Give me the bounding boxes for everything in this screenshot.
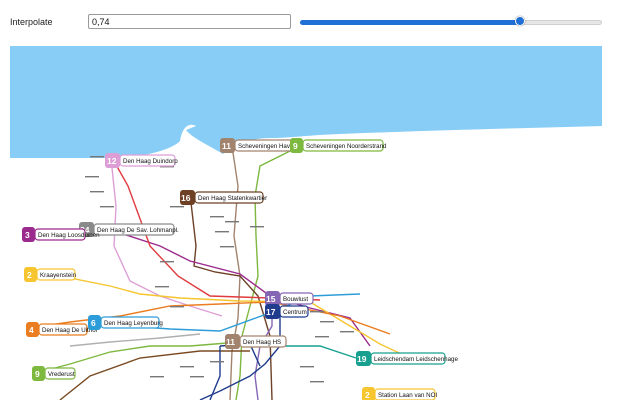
station-name-stub: [210, 216, 224, 218]
line-number-2-kraayenstein: 2: [27, 270, 32, 280]
line-number-2-laan-van-noi: 2: [365, 390, 370, 400]
station-name-stub: [180, 366, 194, 368]
interpolate-label: Interpolate: [10, 17, 53, 27]
station-name-stub: [100, 206, 114, 208]
line-number-12: 12: [107, 156, 117, 166]
line-name-34: Den Haag De Sav. Lohmanpl.: [97, 227, 179, 234]
transit-map-canvas: 12 Den Haag Duindorp 11 Scheveningen Hav…: [10, 46, 602, 400]
station-name-stub: [225, 221, 239, 223]
station-name-stub: [160, 261, 174, 263]
station-name-stub: [315, 336, 329, 338]
transit-map[interactable]: 12 Den Haag Duindorp 11 Scheveningen Hav…: [10, 46, 602, 400]
line-name-3: Den Haag Loosduinen: [38, 232, 100, 239]
line-name-2-laan-van-noi: Station Laan van NOI: [378, 392, 437, 399]
line-name-9-noorderstrand: Scheveningen Noorderstrand: [306, 143, 387, 150]
line-number-9-vrederust: 9: [35, 369, 40, 379]
line-label-2-laan-van-noi[interactable]: 2 Station Laan van NOI: [362, 387, 437, 400]
station-name-stub: [310, 311, 324, 313]
line-number-16: 16: [181, 193, 191, 203]
station-name-stub: [90, 191, 104, 193]
line-number-4: 4: [29, 325, 34, 335]
line-name-12: Den Haag Duindorp: [123, 158, 178, 165]
line-19-route: [250, 345, 357, 359]
line-label-12[interactable]: 12 Den Haag Duindorp: [105, 153, 178, 168]
line-name-16: Den Haag Statenkwartier: [198, 195, 267, 202]
line-number-19: 19: [357, 354, 367, 364]
line-label-9-noorderstrand[interactable]: 9 Scheveningen Noorderstrand: [290, 138, 387, 153]
station-name-stub: [340, 331, 354, 333]
interpolate-slider[interactable]: [300, 16, 602, 26]
station-name-stub: [215, 231, 229, 233]
line-name-11-haven: Scheveningen Haven: [238, 143, 297, 150]
line-number-3: 3: [25, 230, 30, 240]
station-name-stub: [220, 246, 234, 248]
station-name-stub: [85, 176, 99, 178]
line-name-11-hs: Den Haag HS: [243, 339, 281, 346]
line-number-17: 17: [266, 307, 276, 317]
line-name-15: Bouwlust: [283, 296, 308, 303]
line-17-route: [199, 308, 281, 400]
line-label-9-vrederust[interactable]: 9 Vrederust: [32, 366, 76, 381]
station-name-stub: [310, 381, 324, 383]
line-label-11-hs[interactable]: 11 Den Haag HS: [225, 334, 287, 349]
station-name-stub: [170, 306, 184, 308]
line-name-19: Leidschendam Leidschenhage: [374, 356, 458, 363]
toolbar: Interpolate: [0, 0, 640, 44]
station-name-stub: [210, 361, 224, 363]
line-number-6: 6: [91, 318, 96, 328]
line-number-11-haven: 11: [222, 141, 231, 151]
line-grey-route: [69, 333, 201, 347]
station-name-stub: [320, 321, 334, 323]
station-name-stub: [150, 376, 164, 378]
station-name-stub: [170, 206, 184, 208]
station-name-stub: [155, 286, 169, 288]
line-label-4[interactable]: 4 Den Haag De Uithof: [26, 322, 98, 337]
station-name-stub: [90, 156, 104, 158]
station-name-stub: [250, 226, 264, 228]
line-number-9-noorderstrand: 9: [293, 141, 298, 151]
line-label-17[interactable]: 17 Centrum: [265, 304, 309, 319]
line-label-16[interactable]: 16 Den Haag Statenkwartier: [180, 190, 267, 205]
slider-fill: [300, 20, 521, 25]
line-name-9-vrederust: Vrederust: [48, 371, 75, 378]
line-label-11-haven[interactable]: 11 Scheveningen Haven: [220, 138, 297, 153]
station-name-stub: [190, 376, 204, 378]
line-label-6[interactable]: 6 Den Haag Leyenburg: [88, 315, 163, 330]
station-name-stub: [300, 366, 314, 368]
interpolate-input[interactable]: [88, 14, 291, 29]
line-number-11-hs: 11: [226, 337, 235, 347]
line-name-2-kraayenstein: Kraayenstein: [40, 272, 77, 279]
line-name-6: Den Haag Leyenburg: [104, 320, 163, 327]
line-label-19[interactable]: 19 Leidschendam Leidschenhage: [356, 351, 458, 366]
line-label-15[interactable]: 15 Bouwlust: [265, 291, 314, 306]
line-name-17: Centrum: [283, 309, 307, 316]
line-label-2-kraayenstein[interactable]: 2 Kraayenstein: [24, 267, 77, 282]
line-number-15: 15: [266, 294, 276, 304]
